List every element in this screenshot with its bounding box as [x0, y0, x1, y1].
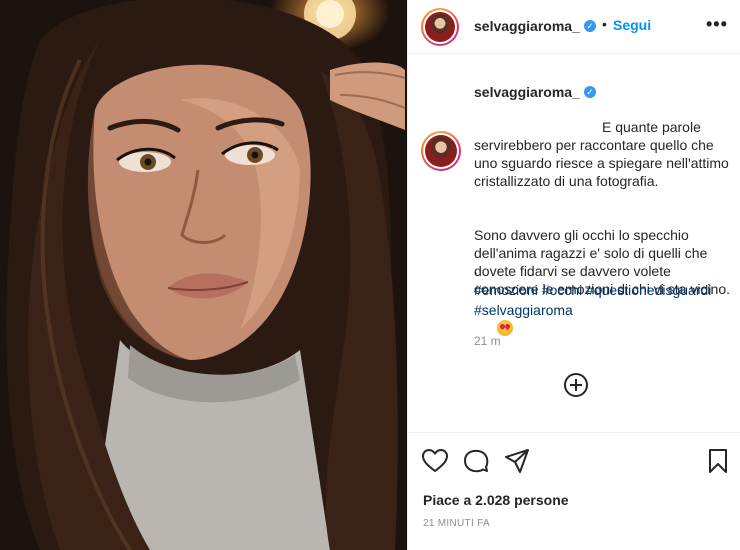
- post-side-panel: selvaggiaroma_ ✓ • Segui ••• selvaggiaro…: [407, 0, 740, 550]
- portrait-illustration: [6, 0, 406, 550]
- separator-dot: •: [602, 16, 607, 32]
- verified-badge-icon: ✓: [584, 20, 596, 32]
- hashtag-link[interactable]: #questionedisguardi: [586, 282, 711, 298]
- plus-circle-icon[interactable]: [564, 373, 588, 397]
- hashtag-list: #emozioni #occhi #questionedisguardi #se…: [474, 280, 736, 320]
- follow-button[interactable]: Segui: [613, 17, 651, 33]
- caption-avatar[interactable]: [421, 131, 461, 171]
- avatar[interactable]: [421, 8, 459, 46]
- hashtag-link[interactable]: #occhi: [542, 282, 582, 298]
- send-icon[interactable]: [503, 447, 531, 475]
- caption-paragraph: E quante parole servirebbero per raccont…: [474, 119, 733, 189]
- post-photo[interactable]: [0, 0, 407, 550]
- post-header: selvaggiaroma_ ✓ • Segui •••: [408, 0, 740, 54]
- hashtag-link[interactable]: #selvaggiaroma: [474, 302, 573, 318]
- more-options-icon[interactable]: •••: [706, 14, 728, 35]
- likes-count[interactable]: Piace a 2.028 persone: [423, 492, 569, 508]
- caption-time[interactable]: 21 m: [474, 334, 501, 348]
- caption-section: selvaggiaroma_ ✓ E quante parole servire…: [408, 55, 740, 432]
- caption-period: .: [474, 261, 478, 277]
- bookmark-icon[interactable]: [704, 447, 732, 475]
- hashtag-link[interactable]: #emozioni: [474, 282, 538, 298]
- heart-icon[interactable]: [421, 447, 449, 475]
- post-timestamp[interactable]: 21 MINUTI FA: [423, 518, 490, 529]
- comment-icon[interactable]: [462, 447, 490, 475]
- username[interactable]: selvaggiaroma_: [474, 18, 580, 34]
- post-actions: Piace a 2.028 persone 21 MINUTI FA: [408, 432, 740, 550]
